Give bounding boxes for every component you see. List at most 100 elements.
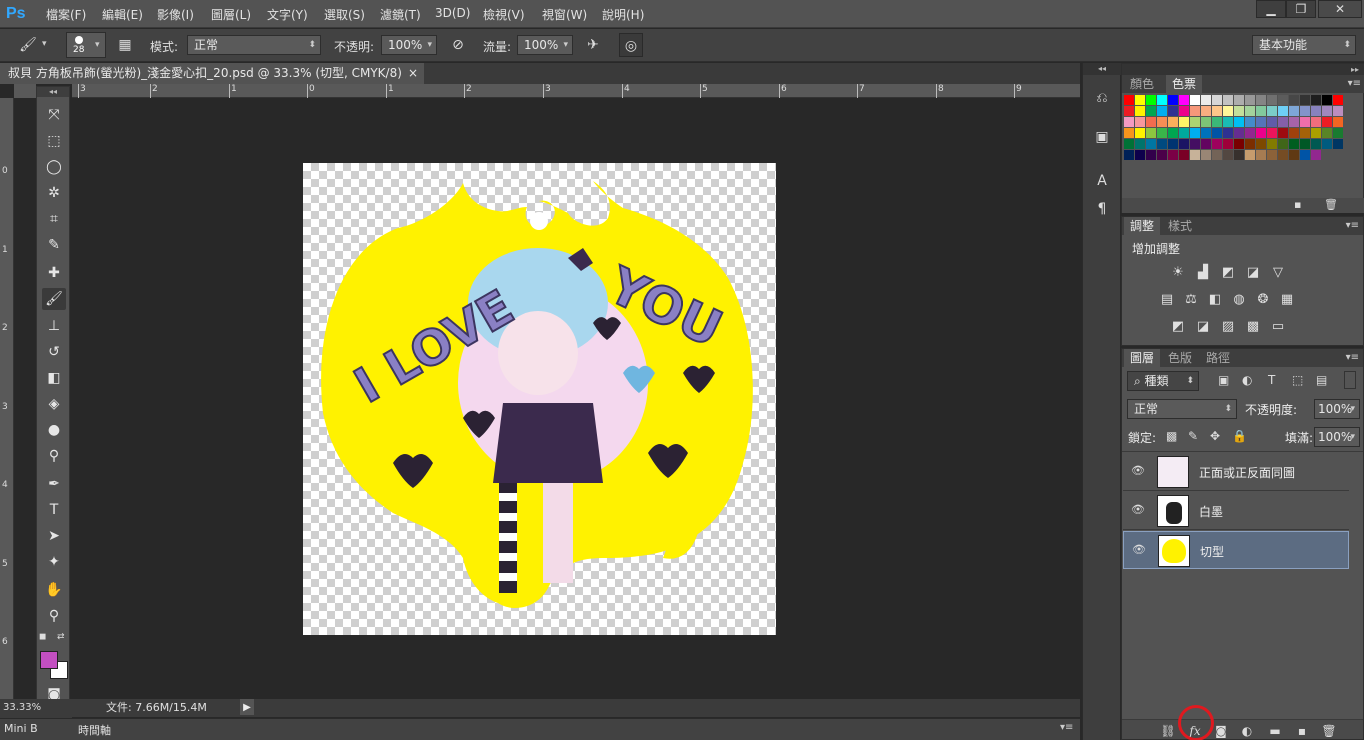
menu-type[interactable]: 文字(Y) — [267, 6, 308, 23]
lock-transparent-icon[interactable]: ▩ — [1166, 429, 1177, 443]
menu-select[interactable]: 選取(S) — [324, 6, 365, 23]
tab-paths[interactable]: 路徑 — [1200, 349, 1236, 367]
brightness-contrast-icon[interactable]: ☀ — [1169, 265, 1187, 281]
color-swatch[interactable] — [1322, 95, 1332, 105]
color-swatch[interactable] — [1322, 139, 1332, 149]
color-swatch[interactable] — [1124, 150, 1134, 160]
color-swatch[interactable] — [1267, 139, 1277, 149]
tab-styles[interactable]: 樣式 — [1162, 217, 1198, 235]
color-swatch[interactable] — [1135, 95, 1145, 105]
type-tool-icon[interactable]: T — [42, 499, 66, 521]
layer-row-front[interactable]: 👁 正面或正反面同圖 — [1123, 453, 1349, 491]
zoom-level[interactable]: 33.33% — [0, 699, 72, 718]
new-adjustment-layer-icon[interactable]: ◐ — [1237, 723, 1257, 739]
color-swatch[interactable] — [1322, 117, 1332, 127]
fill-field[interactable]: 100% ▾ — [1314, 427, 1360, 447]
color-swatch[interactable] — [1278, 139, 1288, 149]
color-swatch[interactable] — [1124, 95, 1134, 105]
mode-dropdown[interactable]: 正常 ⬍ — [187, 35, 321, 55]
color-swatch[interactable] — [1201, 128, 1211, 138]
color-swatch[interactable] — [1300, 95, 1310, 105]
curves-icon[interactable]: ◩ — [1219, 265, 1237, 281]
magic-wand-tool-icon[interactable]: ✲ — [42, 182, 66, 204]
color-swatch[interactable] — [1223, 117, 1233, 127]
tab-swatches[interactable]: 色票 — [1166, 75, 1203, 93]
color-swatch[interactable] — [1267, 95, 1277, 105]
color-swatch[interactable] — [1300, 106, 1310, 116]
color-swatch[interactable] — [1234, 128, 1244, 138]
color-swatch[interactable] — [1190, 95, 1200, 105]
color-swatch[interactable] — [1179, 106, 1189, 116]
color-swatch[interactable] — [1333, 117, 1343, 127]
tab-color[interactable]: 顏色 — [1124, 75, 1160, 93]
color-swatch[interactable] — [1234, 150, 1244, 160]
color-swatch[interactable] — [1135, 117, 1145, 127]
color-swatch[interactable] — [1179, 139, 1189, 149]
levels-icon[interactable]: ▟ — [1194, 265, 1212, 281]
color-swatch[interactable] — [1212, 150, 1222, 160]
blend-mode-dropdown[interactable]: 正常 ⬍ — [1127, 399, 1237, 419]
add-mask-icon[interactable]: ◙ — [1211, 723, 1231, 739]
color-swatch[interactable] — [1333, 95, 1343, 105]
pressure-size-icon[interactable]: ◎ — [619, 33, 643, 57]
color-swatch[interactable] — [1157, 106, 1167, 116]
menu-view[interactable]: 檢視(V) — [483, 6, 525, 23]
menu-layer[interactable]: 圖層(L) — [211, 6, 251, 23]
brush-size-picker[interactable]: 28 ▾ — [66, 32, 106, 58]
color-swatch[interactable] — [1168, 139, 1178, 149]
close-window-button[interactable]: ✕ — [1318, 0, 1362, 18]
move-tool-icon[interactable]: ⤧ — [42, 104, 66, 126]
color-swatch[interactable] — [1201, 95, 1211, 105]
properties-panel-icon[interactable]: ▣ — [1090, 125, 1114, 149]
color-swatch[interactable] — [1146, 117, 1156, 127]
tab-layers[interactable]: 圖層 — [1124, 349, 1161, 367]
color-swatch[interactable] — [1124, 117, 1134, 127]
default-colors-icon[interactable]: ◼ — [39, 632, 46, 642]
layer-row-white-ink[interactable]: 👁 白墨 — [1123, 492, 1349, 530]
color-swatch[interactable] — [1278, 150, 1288, 160]
color-swatch[interactable] — [1245, 95, 1255, 105]
restore-button[interactable]: ❐ — [1286, 0, 1316, 18]
color-swatch[interactable] — [1256, 117, 1266, 127]
paragraph-panel-icon[interactable]: ¶ — [1090, 197, 1114, 221]
color-swatch[interactable] — [1201, 150, 1211, 160]
color-swatch[interactable] — [1201, 139, 1211, 149]
color-swatch[interactable] — [1146, 95, 1156, 105]
color-swatch[interactable] — [1234, 117, 1244, 127]
status-menu-arrow-icon[interactable]: ▶ — [240, 699, 254, 715]
color-swatch[interactable] — [1267, 150, 1277, 160]
crop-tool-icon[interactable]: ⌗ — [42, 208, 66, 230]
threshold-icon[interactable]: ▨ — [1219, 319, 1237, 335]
posterize-icon[interactable]: ◪ — [1194, 319, 1212, 335]
color-swatch[interactable] — [1212, 117, 1222, 127]
color-swatch[interactable] — [1124, 128, 1134, 138]
lasso-tool-icon[interactable]: ◯ — [42, 156, 66, 178]
color-swatch[interactable] — [1124, 139, 1134, 149]
workspace-dropdown[interactable]: 基本功能 ⬍ — [1252, 35, 1356, 55]
tab-channels[interactable]: 色版 — [1162, 349, 1198, 367]
color-swatch[interactable] — [1201, 117, 1211, 127]
color-swatch[interactable] — [1245, 150, 1255, 160]
mini-bridge-tab[interactable]: Mini B — [4, 722, 38, 735]
swap-colors-icon[interactable]: ⇄ — [57, 632, 65, 642]
color-swatch[interactable] — [1168, 150, 1178, 160]
color-swatch[interactable] — [1300, 117, 1310, 127]
color-swatch[interactable] — [1179, 95, 1189, 105]
color-swatch[interactable] — [1190, 139, 1200, 149]
color-swatch[interactable] — [1157, 150, 1167, 160]
shape-tool-icon[interactable]: ✦ — [42, 551, 66, 573]
color-swatch[interactable] — [1311, 139, 1321, 149]
new-layer-icon[interactable]: ▪ — [1292, 723, 1312, 739]
color-swatch[interactable] — [1256, 150, 1266, 160]
black-white-icon[interactable]: ◧ — [1206, 292, 1224, 308]
timeline-tab[interactable]: 時間軸 — [78, 722, 111, 738]
color-swatch[interactable] — [1322, 106, 1332, 116]
color-swatch[interactable] — [1157, 139, 1167, 149]
new-group-icon[interactable]: ▬ — [1265, 723, 1285, 739]
color-swatch[interactable] — [1124, 106, 1134, 116]
filter-toggle-switch[interactable] — [1344, 371, 1356, 389]
color-swatch[interactable] — [1289, 117, 1299, 127]
color-swatch[interactable] — [1190, 117, 1200, 127]
color-swatch[interactable] — [1311, 106, 1321, 116]
color-swatch[interactable] — [1333, 128, 1343, 138]
